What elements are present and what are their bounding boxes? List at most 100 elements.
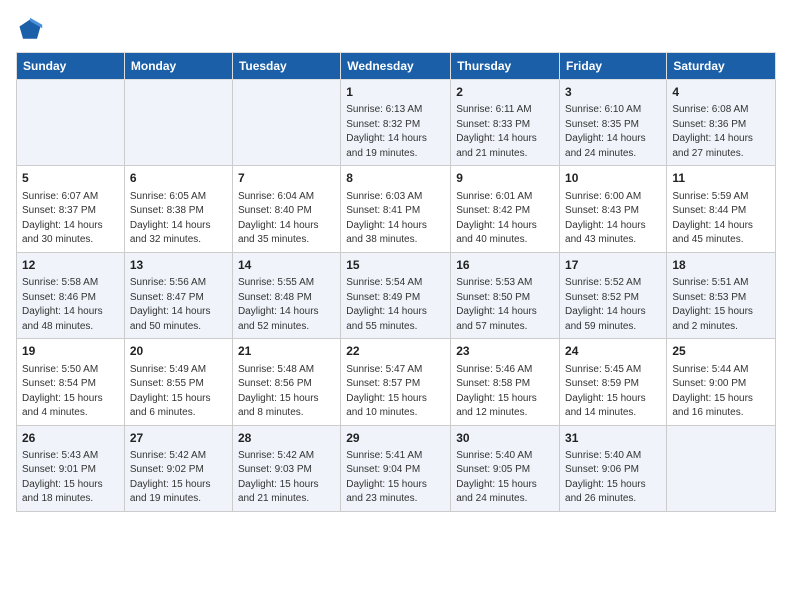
weekday-header: Wednesday bbox=[341, 53, 451, 80]
day-info: Sunrise: 6:03 AMSunset: 8:41 PMDaylight:… bbox=[346, 190, 445, 248]
calendar-week-row: 12 Sunrise: 5:58 AMSunset: 8:46 PMDaylig… bbox=[17, 252, 776, 338]
weekday-header: Friday bbox=[560, 53, 667, 80]
day-number: 16 bbox=[456, 257, 554, 274]
day-number: 22 bbox=[346, 343, 445, 360]
day-info: Sunrise: 5:52 AMSunset: 8:52 PMDaylight:… bbox=[565, 276, 661, 334]
day-info: Sunrise: 5:46 AMSunset: 8:58 PMDaylight:… bbox=[456, 363, 554, 421]
day-number: 21 bbox=[238, 343, 335, 360]
day-info: Sunrise: 5:47 AMSunset: 8:57 PMDaylight:… bbox=[346, 363, 445, 421]
calendar-cell: 13 Sunrise: 5:56 AMSunset: 8:47 PMDaylig… bbox=[124, 252, 232, 338]
calendar-cell: 10 Sunrise: 6:00 AMSunset: 8:43 PMDaylig… bbox=[560, 166, 667, 252]
day-info: Sunrise: 6:13 AMSunset: 8:32 PMDaylight:… bbox=[346, 103, 445, 161]
calendar-cell: 15 Sunrise: 5:54 AMSunset: 8:49 PMDaylig… bbox=[341, 252, 451, 338]
day-info: Sunrise: 5:48 AMSunset: 8:56 PMDaylight:… bbox=[238, 363, 335, 421]
day-info: Sunrise: 5:59 AMSunset: 8:44 PMDaylight:… bbox=[672, 190, 770, 248]
calendar-cell: 9 Sunrise: 6:01 AMSunset: 8:42 PMDayligh… bbox=[451, 166, 560, 252]
day-info: Sunrise: 6:05 AMSunset: 8:38 PMDaylight:… bbox=[130, 190, 227, 248]
calendar-cell: 17 Sunrise: 5:52 AMSunset: 8:52 PMDaylig… bbox=[560, 252, 667, 338]
calendar-cell: 4 Sunrise: 6:08 AMSunset: 8:36 PMDayligh… bbox=[667, 80, 776, 166]
calendar-cell bbox=[17, 80, 125, 166]
logo-icon bbox=[16, 16, 44, 44]
day-number: 14 bbox=[238, 257, 335, 274]
day-info: Sunrise: 5:53 AMSunset: 8:50 PMDaylight:… bbox=[456, 276, 554, 334]
day-number: 15 bbox=[346, 257, 445, 274]
day-info: Sunrise: 6:08 AMSunset: 8:36 PMDaylight:… bbox=[672, 103, 770, 161]
day-number: 18 bbox=[672, 257, 770, 274]
day-info: Sunrise: 5:56 AMSunset: 8:47 PMDaylight:… bbox=[130, 276, 227, 334]
day-info: Sunrise: 6:00 AMSunset: 8:43 PMDaylight:… bbox=[565, 190, 661, 248]
calendar-cell: 31 Sunrise: 5:40 AMSunset: 9:06 PMDaylig… bbox=[560, 425, 667, 511]
day-number: 25 bbox=[672, 343, 770, 360]
day-number: 10 bbox=[565, 170, 661, 187]
day-number: 19 bbox=[22, 343, 119, 360]
calendar-cell: 7 Sunrise: 6:04 AMSunset: 8:40 PMDayligh… bbox=[232, 166, 340, 252]
day-number: 6 bbox=[130, 170, 227, 187]
calendar-cell bbox=[124, 80, 232, 166]
day-number: 8 bbox=[346, 170, 445, 187]
calendar-cell: 18 Sunrise: 5:51 AMSunset: 8:53 PMDaylig… bbox=[667, 252, 776, 338]
day-info: Sunrise: 5:54 AMSunset: 8:49 PMDaylight:… bbox=[346, 276, 445, 334]
calendar-week-row: 5 Sunrise: 6:07 AMSunset: 8:37 PMDayligh… bbox=[17, 166, 776, 252]
calendar-table: SundayMondayTuesdayWednesdayThursdayFrid… bbox=[16, 52, 776, 512]
calendar-week-row: 19 Sunrise: 5:50 AMSunset: 8:54 PMDaylig… bbox=[17, 339, 776, 425]
day-number: 12 bbox=[22, 257, 119, 274]
day-number: 3 bbox=[565, 84, 661, 101]
day-number: 24 bbox=[565, 343, 661, 360]
day-info: Sunrise: 5:50 AMSunset: 8:54 PMDaylight:… bbox=[22, 363, 119, 421]
calendar-cell: 6 Sunrise: 6:05 AMSunset: 8:38 PMDayligh… bbox=[124, 166, 232, 252]
day-info: Sunrise: 6:10 AMSunset: 8:35 PMDaylight:… bbox=[565, 103, 661, 161]
calendar-cell: 24 Sunrise: 5:45 AMSunset: 8:59 PMDaylig… bbox=[560, 339, 667, 425]
day-number: 5 bbox=[22, 170, 119, 187]
calendar-week-row: 26 Sunrise: 5:43 AMSunset: 9:01 PMDaylig… bbox=[17, 425, 776, 511]
day-info: Sunrise: 5:44 AMSunset: 9:00 PMDaylight:… bbox=[672, 363, 770, 421]
day-info: Sunrise: 5:55 AMSunset: 8:48 PMDaylight:… bbox=[238, 276, 335, 334]
calendar-cell: 26 Sunrise: 5:43 AMSunset: 9:01 PMDaylig… bbox=[17, 425, 125, 511]
day-info: Sunrise: 5:41 AMSunset: 9:04 PMDaylight:… bbox=[346, 449, 445, 507]
day-number: 11 bbox=[672, 170, 770, 187]
calendar-cell: 3 Sunrise: 6:10 AMSunset: 8:35 PMDayligh… bbox=[560, 80, 667, 166]
weekday-header: Monday bbox=[124, 53, 232, 80]
calendar-cell: 5 Sunrise: 6:07 AMSunset: 8:37 PMDayligh… bbox=[17, 166, 125, 252]
weekday-header: Sunday bbox=[17, 53, 125, 80]
calendar-cell: 25 Sunrise: 5:44 AMSunset: 9:00 PMDaylig… bbox=[667, 339, 776, 425]
calendar-cell: 16 Sunrise: 5:53 AMSunset: 8:50 PMDaylig… bbox=[451, 252, 560, 338]
logo bbox=[16, 16, 48, 44]
weekday-header: Thursday bbox=[451, 53, 560, 80]
calendar-cell: 2 Sunrise: 6:11 AMSunset: 8:33 PMDayligh… bbox=[451, 80, 560, 166]
weekday-header-row: SundayMondayTuesdayWednesdayThursdayFrid… bbox=[17, 53, 776, 80]
day-info: Sunrise: 6:01 AMSunset: 8:42 PMDaylight:… bbox=[456, 190, 554, 248]
calendar-cell: 8 Sunrise: 6:03 AMSunset: 8:41 PMDayligh… bbox=[341, 166, 451, 252]
calendar-cell bbox=[232, 80, 340, 166]
page-header bbox=[16, 16, 776, 44]
calendar-cell: 30 Sunrise: 5:40 AMSunset: 9:05 PMDaylig… bbox=[451, 425, 560, 511]
calendar-cell bbox=[667, 425, 776, 511]
day-number: 7 bbox=[238, 170, 335, 187]
day-info: Sunrise: 5:40 AMSunset: 9:06 PMDaylight:… bbox=[565, 449, 661, 507]
day-number: 2 bbox=[456, 84, 554, 101]
day-info: Sunrise: 5:58 AMSunset: 8:46 PMDaylight:… bbox=[22, 276, 119, 334]
calendar-cell: 23 Sunrise: 5:46 AMSunset: 8:58 PMDaylig… bbox=[451, 339, 560, 425]
weekday-header: Tuesday bbox=[232, 53, 340, 80]
day-number: 9 bbox=[456, 170, 554, 187]
calendar-cell: 27 Sunrise: 5:42 AMSunset: 9:02 PMDaylig… bbox=[124, 425, 232, 511]
day-number: 13 bbox=[130, 257, 227, 274]
day-number: 23 bbox=[456, 343, 554, 360]
day-info: Sunrise: 6:04 AMSunset: 8:40 PMDaylight:… bbox=[238, 190, 335, 248]
day-number: 30 bbox=[456, 430, 554, 447]
day-number: 1 bbox=[346, 84, 445, 101]
day-number: 20 bbox=[130, 343, 227, 360]
day-info: Sunrise: 5:43 AMSunset: 9:01 PMDaylight:… bbox=[22, 449, 119, 507]
day-info: Sunrise: 5:40 AMSunset: 9:05 PMDaylight:… bbox=[456, 449, 554, 507]
day-info: Sunrise: 5:42 AMSunset: 9:03 PMDaylight:… bbox=[238, 449, 335, 507]
calendar-cell: 14 Sunrise: 5:55 AMSunset: 8:48 PMDaylig… bbox=[232, 252, 340, 338]
day-info: Sunrise: 6:07 AMSunset: 8:37 PMDaylight:… bbox=[22, 190, 119, 248]
day-number: 4 bbox=[672, 84, 770, 101]
day-number: 27 bbox=[130, 430, 227, 447]
calendar-cell: 21 Sunrise: 5:48 AMSunset: 8:56 PMDaylig… bbox=[232, 339, 340, 425]
day-number: 28 bbox=[238, 430, 335, 447]
day-info: Sunrise: 5:49 AMSunset: 8:55 PMDaylight:… bbox=[130, 363, 227, 421]
day-number: 26 bbox=[22, 430, 119, 447]
weekday-header: Saturday bbox=[667, 53, 776, 80]
calendar-week-row: 1 Sunrise: 6:13 AMSunset: 8:32 PMDayligh… bbox=[17, 80, 776, 166]
day-number: 31 bbox=[565, 430, 661, 447]
